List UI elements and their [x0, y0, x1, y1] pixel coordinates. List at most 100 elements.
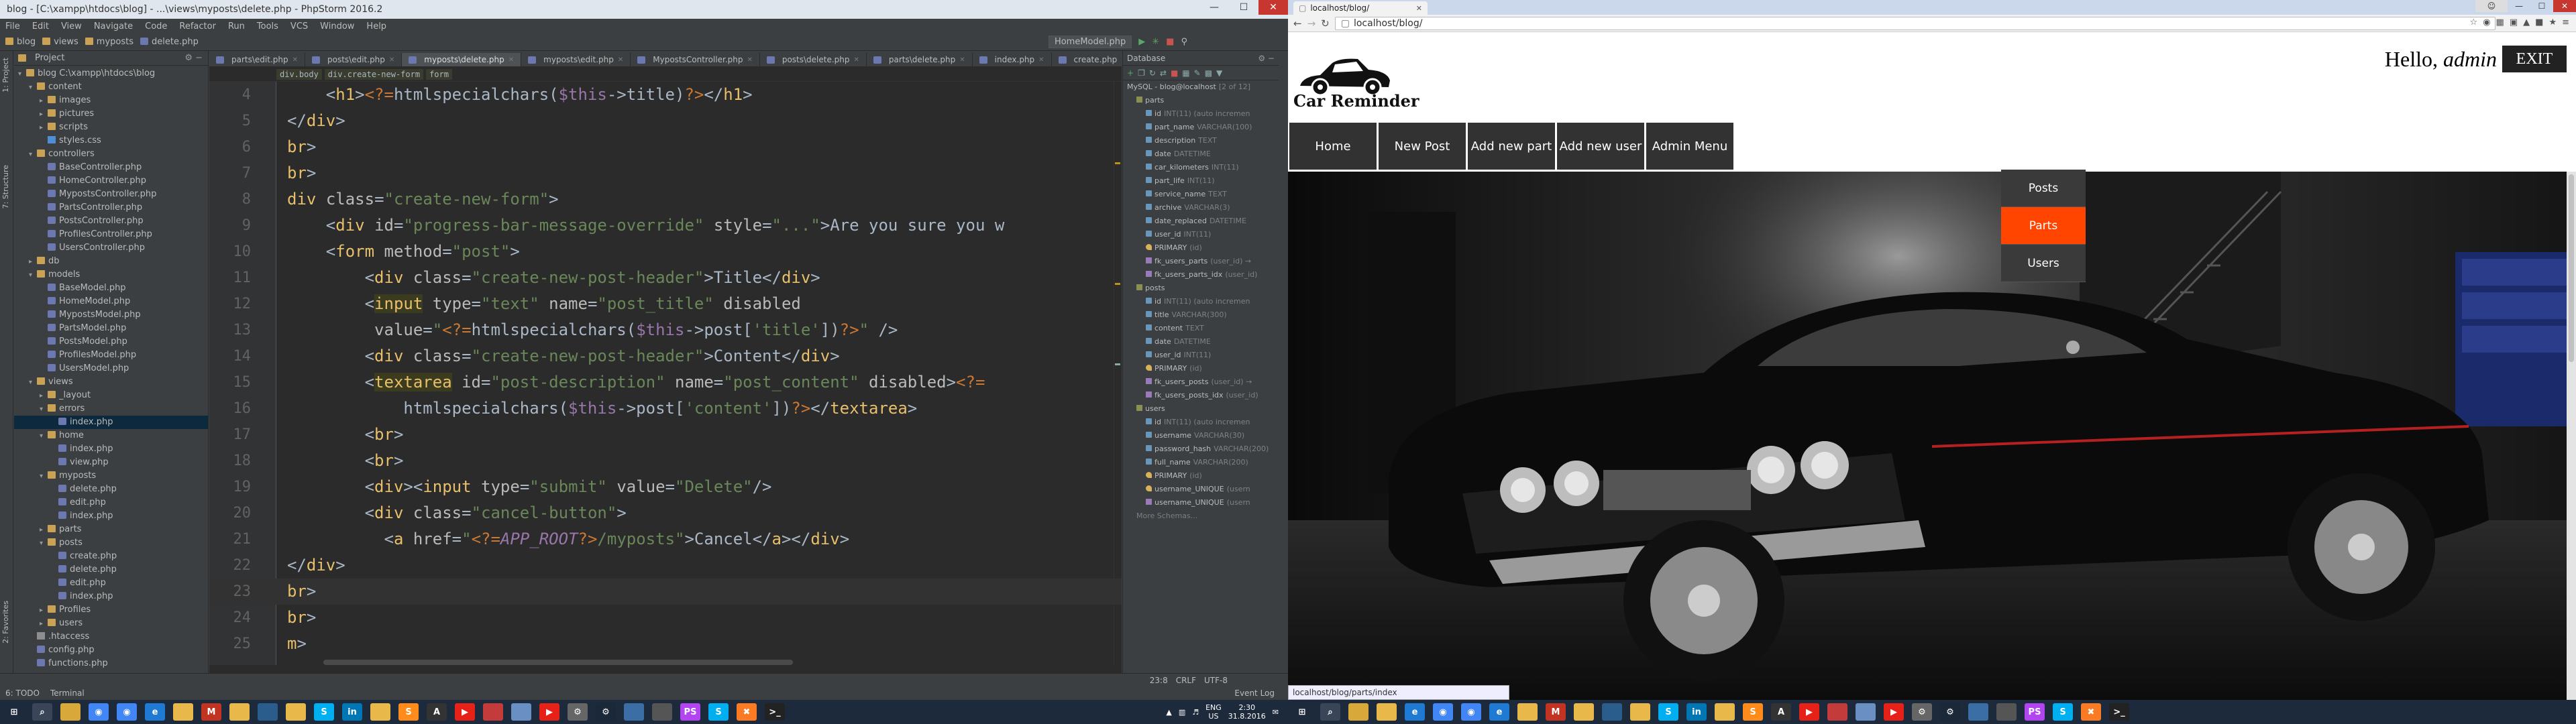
- db-column[interactable]: part_life INT(11): [1123, 174, 1288, 188]
- collapse-arrow-icon[interactable]: ▸: [40, 617, 48, 631]
- expand-arrow-icon[interactable]: ▾: [29, 376, 37, 389]
- db-column[interactable]: content TEXT: [1123, 322, 1288, 335]
- db-column[interactable]: PRIMARY (id): [1123, 241, 1288, 255]
- expand-arrow-icon[interactable]: ▾: [29, 81, 37, 95]
- tree-file[interactable]: UsersController.php: [14, 241, 208, 255]
- linkedin-icon[interactable]: in: [1686, 703, 1707, 721]
- gmail-icon[interactable]: M: [1546, 703, 1566, 721]
- folder-icon[interactable]: [286, 703, 306, 721]
- bluestacks-icon[interactable]: [258, 703, 278, 721]
- tree-file[interactable]: edit.php: [14, 496, 208, 509]
- tree-file[interactable]: PartsModel.php: [14, 322, 208, 335]
- tree-file[interactable]: index.php: [14, 416, 208, 429]
- network-icon[interactable]: ▥: [1179, 708, 1185, 717]
- expand-arrow-icon[interactable]: ▾: [29, 269, 37, 282]
- browser-tab[interactable]: ▢ localhost/blog/ ✕: [1293, 1, 1428, 15]
- back-icon[interactable]: ←: [1293, 17, 1302, 29]
- app-icon[interactable]: [1996, 703, 2017, 721]
- search-icon[interactable]: ⚲: [1181, 37, 1187, 47]
- run-configuration-select[interactable]: HomeModel.php: [1048, 36, 1132, 48]
- sublime-icon[interactable]: S: [398, 703, 419, 721]
- tree-folder[interactable]: ▾ errors: [14, 402, 208, 416]
- refresh-icon[interactable]: ↻: [1149, 68, 1156, 78]
- db-column[interactable]: username_UNIQUE (usern: [1123, 496, 1288, 509]
- skype-icon[interactable]: S: [1658, 703, 1678, 721]
- user-profile-icon[interactable]: ☺: [2475, 0, 2508, 12]
- tree-file[interactable]: functions.php: [14, 657, 208, 670]
- site-logo-text[interactable]: Car Reminder: [1293, 91, 1419, 111]
- db-column[interactable]: id INT(11) (auto incremen: [1123, 295, 1288, 308]
- favorites-tool-tab[interactable]: 2: Favorites: [1, 601, 10, 644]
- tree-file[interactable]: HomeController.php: [14, 174, 208, 188]
- folder-icon[interactable]: [229, 703, 250, 721]
- editor-tab[interactable]: MypostsController.php ✕: [631, 53, 760, 66]
- db-column[interactable]: username VARCHAR(30): [1123, 429, 1288, 442]
- db-table[interactable]: users: [1123, 402, 1288, 416]
- editor-tab[interactable]: parts\delete.php ✕: [867, 53, 973, 66]
- nav-path-item[interactable]: views: [42, 37, 78, 47]
- phpstorm-icon[interactable]: PS: [680, 703, 700, 721]
- db-column[interactable]: More Schemas...: [1123, 509, 1288, 523]
- edge-icon[interactable]: e: [145, 703, 165, 721]
- tree-file[interactable]: create.php: [14, 550, 208, 563]
- project-label[interactable]: Project: [35, 53, 64, 63]
- maximize-icon[interactable]: ☐: [1229, 0, 1258, 15]
- db-column[interactable]: fk_users_parts_idx (user_id): [1123, 268, 1288, 282]
- file-explorer-icon[interactable]: [1348, 703, 1368, 721]
- db-column[interactable]: fk_users_posts_idx (user_id): [1123, 389, 1288, 402]
- menu-item-window[interactable]: Window: [320, 21, 354, 32]
- youtube-icon[interactable]: ▶: [539, 703, 559, 721]
- folder-icon[interactable]: [1574, 703, 1594, 721]
- nav-path-item[interactable]: myposts: [85, 37, 133, 47]
- tree-file[interactable]: delete.php: [14, 563, 208, 577]
- folder-icon[interactable]: [1715, 703, 1735, 721]
- expand-arrow-icon[interactable]: ▾: [18, 68, 26, 81]
- table-icon[interactable]: ▦: [1182, 68, 1189, 78]
- db-column[interactable]: service_name TEXT: [1123, 188, 1288, 201]
- photo-icon[interactable]: [1856, 703, 1876, 721]
- editor-tab[interactable]: create.php✕: [1052, 53, 1122, 66]
- app-icon[interactable]: [652, 703, 672, 721]
- close-tab-icon[interactable]: ✕: [389, 56, 394, 64]
- sublime-icon[interactable]: S: [1743, 703, 1763, 721]
- close-icon[interactable]: ✕: [2553, 0, 2576, 12]
- tree-folder[interactable]: ▸ images: [14, 94, 208, 107]
- tool-tab-terminal[interactable]: Terminal: [50, 688, 85, 698]
- event-log-button[interactable]: Event Log: [1234, 688, 1275, 698]
- tree-folder[interactable]: ▸ Profiles: [14, 603, 208, 617]
- tree-file[interactable]: PartsController.php: [14, 201, 208, 215]
- tree-file[interactable]: config.php: [14, 644, 208, 657]
- close-tab-icon[interactable]: ✕: [292, 56, 298, 64]
- db-column[interactable]: password_hash VARCHAR(200): [1123, 442, 1288, 456]
- tree-folder[interactable]: ▾ blog C:\xampp\htdocs\blog: [14, 67, 208, 80]
- filter-icon[interactable]: ▼: [1216, 68, 1222, 78]
- tree-folder[interactable]: ▾ models: [14, 268, 208, 282]
- collapse-arrow-icon[interactable]: ▸: [29, 255, 37, 269]
- expand-arrow-icon[interactable]: ▾: [40, 537, 48, 550]
- windows-icon[interactable]: ⊞: [1292, 703, 1312, 721]
- extension-icon[interactable]: ▣: [2510, 17, 2518, 27]
- extension-icon[interactable]: ▲: [2523, 17, 2530, 27]
- tree-file[interactable]: BaseController.php: [14, 161, 208, 174]
- news-icon[interactable]: [483, 703, 503, 721]
- close-tab-icon[interactable]: ✕: [1121, 56, 1122, 64]
- cmd-icon[interactable]: >_: [765, 703, 785, 721]
- news-icon[interactable]: [1827, 703, 1847, 721]
- breadcrumb-item[interactable]: div.body: [276, 68, 322, 80]
- youtube-icon[interactable]: ▶: [1799, 703, 1819, 721]
- page-scrollbar[interactable]: [2567, 172, 2576, 700]
- tree-file[interactable]: PostsController.php: [14, 215, 208, 228]
- editor-tab[interactable]: myposts\delete.php ✕: [402, 53, 522, 66]
- db-table[interactable]: parts: [1123, 94, 1288, 107]
- db-column[interactable]: date_replaced DATETIME: [1123, 215, 1288, 228]
- tree-file[interactable]: edit.php: [14, 577, 208, 590]
- tree-file[interactable]: HomeModel.php: [14, 295, 208, 308]
- extension-icon[interactable]: ◉: [2483, 17, 2490, 27]
- text-icon[interactable]: A: [1771, 703, 1791, 721]
- volume-icon[interactable]: ♬: [1192, 708, 1199, 717]
- nav-path-item[interactable]: delete.php: [140, 37, 199, 47]
- menu-item-code[interactable]: Code: [145, 21, 167, 32]
- tree-folder[interactable]: ▾ home: [14, 429, 208, 442]
- project-tool-tab[interactable]: 1: Project: [1, 58, 10, 93]
- extension-icon[interactable]: ■: [2535, 17, 2543, 27]
